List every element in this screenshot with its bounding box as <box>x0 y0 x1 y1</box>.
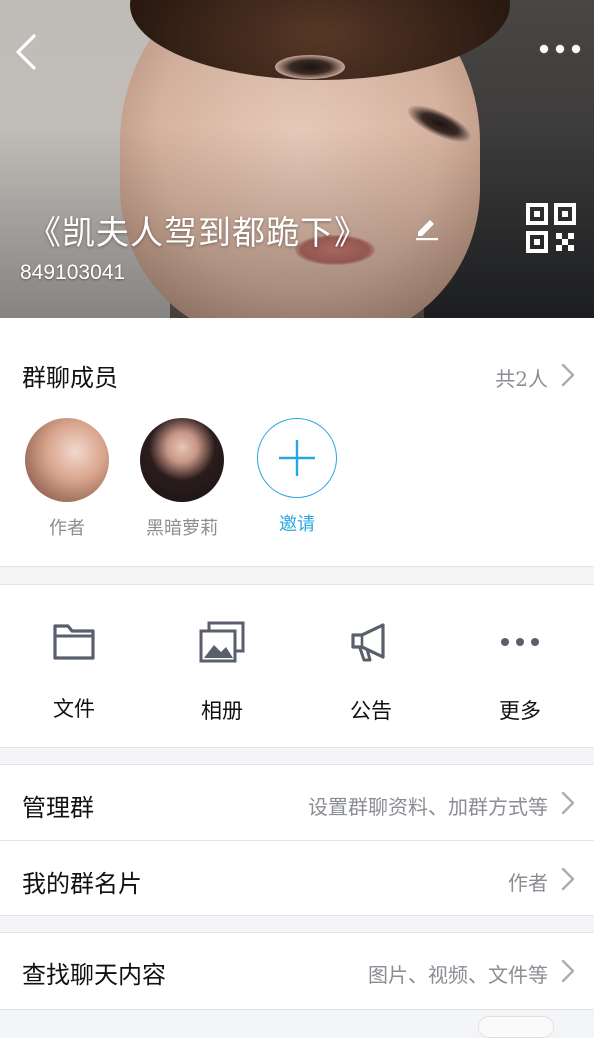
quick-actions-card: 文件 相册 公告 更多 <box>0 584 594 748</box>
search-chat-row[interactable]: 查找聊天内容 图片、视频、文件等 <box>0 933 594 1008</box>
more-actions-button[interactable]: 更多 <box>455 621 585 725</box>
album-button[interactable]: 相册 <box>157 621 287 725</box>
member-item[interactable]: 黑暗萝莉 <box>127 418 237 540</box>
group-number: 849103041 <box>20 261 126 284</box>
more-actions-label: 更多 <box>499 699 541 723</box>
invite-circle <box>257 418 337 498</box>
manage-group-value: 设置群聊资料、加群方式等 <box>308 795 548 819</box>
back-button[interactable] <box>10 30 46 74</box>
edit-name-button[interactable] <box>412 212 442 242</box>
album-icon <box>199 621 245 663</box>
chevron-left-icon <box>16 34 36 70</box>
member-name: 作者 <box>49 518 85 539</box>
files-button[interactable]: 文件 <box>9 621 139 723</box>
album-label: 相册 <box>201 699 243 723</box>
avatar <box>25 418 109 502</box>
search-chat-value: 图片、视频、文件等 <box>368 963 548 987</box>
manage-group-row[interactable]: 管理群 设置群聊资料、加群方式等 <box>0 765 594 840</box>
files-label: 文件 <box>53 697 95 721</box>
qr-code-button[interactable] <box>526 203 576 253</box>
chevron-right-icon <box>561 791 575 815</box>
member-item[interactable]: 作者 <box>12 418 122 540</box>
pencil-icon <box>416 220 438 241</box>
members-count[interactable]: 共2人 <box>495 363 548 392</box>
avatar <box>140 418 224 502</box>
group-name: 《凯夫人驾到都跪下》 <box>28 213 368 252</box>
chevron-right-icon[interactable] <box>560 362 576 388</box>
qr-code-icon <box>526 203 576 253</box>
member-name: 黑暗萝莉 <box>146 518 218 539</box>
invite-label: 邀请 <box>279 514 315 535</box>
chevron-right-icon <box>561 959 575 983</box>
group-members-card: 群聊成员 共2人 作者 黑暗萝莉 邀请 <box>0 318 594 567</box>
folder-icon <box>53 624 95 660</box>
toggle-switch[interactable] <box>478 1016 554 1038</box>
my-group-card-row[interactable]: 我的群名片 作者 <box>0 841 594 916</box>
announcement-button[interactable]: 公告 <box>306 621 436 725</box>
invite-member-button[interactable]: 邀请 <box>242 418 352 536</box>
search-chat-card: 查找聊天内容 图片、视频、文件等 <box>0 932 594 1010</box>
my-group-card-label: 我的群名片 <box>22 870 142 898</box>
search-chat-label: 查找聊天内容 <box>22 961 166 989</box>
more-horizontal-icon <box>539 44 581 54</box>
group-header-banner: 《凯夫人驾到都跪下》 849103041 <box>0 0 594 318</box>
manage-group-label: 管理群 <box>22 794 94 822</box>
settings-card: 管理群 设置群聊资料、加群方式等 我的群名片 作者 <box>0 764 594 916</box>
megaphone-icon <box>351 623 385 662</box>
chevron-right-icon <box>561 867 575 891</box>
announcement-label: 公告 <box>350 699 392 723</box>
my-group-card-value: 作者 <box>508 871 548 895</box>
members-label: 群聊成员 <box>22 364 118 392</box>
more-dots-icon <box>501 638 539 646</box>
more-options-button[interactable] <box>538 34 582 64</box>
plus-icon <box>278 439 315 476</box>
